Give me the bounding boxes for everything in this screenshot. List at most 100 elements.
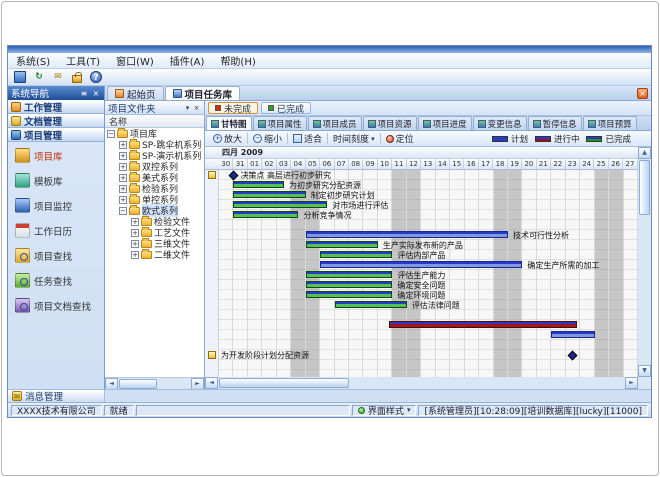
day-label: 11	[392, 159, 406, 169]
gantt-bar[interactable]	[233, 201, 327, 208]
toolbar-button[interactable]: ✉	[50, 70, 66, 85]
tree-expander[interactable]: +	[131, 240, 139, 248]
fit-button[interactable]: 适合	[289, 132, 326, 145]
close-icon[interactable]: ×	[91, 89, 101, 98]
gantt-vscrollbar[interactable]: ▲ ▼	[638, 147, 651, 377]
zoom-out-button[interactable]: −缩小	[249, 132, 286, 145]
view-tab-0[interactable]: 甘特图	[206, 116, 252, 130]
toolbar-button[interactable]: ↻	[31, 70, 47, 85]
doc-tab-0[interactable]: 起始页	[107, 86, 164, 100]
gantt-bar[interactable]	[306, 291, 393, 298]
menu-item-0[interactable]: 系统(S)	[8, 53, 58, 68]
tree-expander[interactable]: +	[119, 185, 127, 193]
tree-hscrollbar[interactable]: ◄ ►	[105, 377, 204, 389]
gantt-bar[interactable]	[233, 211, 298, 218]
scrollbar-thumb[interactable]	[639, 160, 650, 215]
gantt-bar[interactable]	[306, 241, 378, 248]
nav-item-1[interactable]: 模板库	[15, 173, 63, 188]
tree-expander[interactable]: +	[119, 163, 127, 171]
grid-column	[537, 170, 551, 377]
tree-expander[interactable]: +	[131, 251, 139, 259]
view-tab-1[interactable]: 项目属性	[253, 116, 307, 130]
menu-item-1[interactable]: 工具(T)	[58, 53, 108, 68]
ui-style-selector[interactable]: 界面样式 ▾	[352, 405, 417, 416]
scrollbar-thumb[interactable]	[119, 379, 157, 389]
menu-item-2[interactable]: 窗口(W)	[108, 53, 162, 68]
filter-tab-1[interactable]: 已完成	[261, 102, 311, 114]
message-management-tab[interactable]: ✉ 消息管理	[8, 390, 105, 402]
view-tab-4[interactable]: 项目进度	[418, 116, 472, 130]
scroll-down-icon[interactable]: ▼	[638, 365, 651, 377]
gantt-bar[interactable]	[320, 251, 392, 258]
close-icon[interactable]: ×	[192, 104, 201, 112]
gantt-bar[interactable]	[320, 261, 522, 268]
nav-group-1[interactable]: 文档管理	[8, 114, 104, 128]
gantt-bar[interactable]	[389, 321, 577, 328]
nav-item-6[interactable]: 项目文档查找	[15, 298, 91, 313]
view-tab-6[interactable]: 暂停信息	[528, 116, 582, 130]
gantt-bar[interactable]	[233, 181, 284, 188]
gantt-grid-wrap: 决策点 高层进行初步研究为初步研究分配资源制定初步研究计划对市场进行评估分析竞争…	[205, 170, 638, 377]
pin-icon[interactable]: ▾	[183, 104, 192, 112]
toolbar-button[interactable]	[69, 70, 85, 85]
view-tab-2[interactable]: 项目成员	[308, 116, 362, 130]
scroll-up-icon[interactable]: ▲	[638, 147, 651, 159]
tree-expander[interactable]: +	[119, 152, 127, 160]
nav-group-0[interactable]: 工作管理	[8, 100, 104, 114]
project-search-icon	[15, 248, 30, 263]
day-label: 09	[363, 159, 377, 169]
project-management-icon	[11, 130, 21, 140]
gantt-bar[interactable]	[551, 331, 594, 338]
grid-column	[494, 170, 508, 377]
nav-group-2[interactable]: 项目管理	[8, 128, 104, 142]
monitor-icon	[14, 71, 26, 83]
view-tab-7[interactable]: 项目预算	[583, 116, 637, 130]
folder-icon	[141, 240, 152, 248]
doc-tab-1[interactable]: 项目任务库	[165, 86, 241, 100]
view-tab-5[interactable]: 变更信息	[473, 116, 527, 130]
tree-expander[interactable]: −	[119, 207, 127, 215]
tree-expander[interactable]: +	[131, 229, 139, 237]
tree-expander[interactable]: +	[131, 218, 139, 226]
tree-expander[interactable]: −	[107, 130, 115, 138]
time-scale-dropdown[interactable]: 时间刻度▾	[329, 132, 379, 145]
tab-close-button[interactable]: ×	[637, 88, 648, 99]
scrollbar-thumb[interactable]	[219, 378, 349, 388]
gantt-bar[interactable]	[306, 231, 508, 238]
nav-item-4[interactable]: 项目查找	[15, 248, 72, 263]
gantt-hscrollbar[interactable]: ◄ ►	[205, 377, 638, 389]
nav-item-0[interactable]: 项目库	[15, 148, 63, 163]
menu-item-4[interactable]: 帮助(H)	[212, 53, 263, 68]
zoom-in-button[interactable]: +放大	[209, 132, 246, 145]
day-label: 17	[479, 159, 493, 169]
locate-button[interactable]: 定位	[382, 132, 418, 145]
toolbar-separator	[247, 133, 248, 144]
nav-item-label: 项目库	[34, 149, 63, 163]
tree-expander[interactable]: +	[119, 196, 127, 204]
day-label: 22	[551, 159, 565, 169]
tree-expander[interactable]: +	[119, 141, 127, 149]
nav-item-3[interactable]: 工作日历	[15, 223, 72, 238]
zoom-out-label: 缩小	[264, 132, 282, 145]
gantt-bar[interactable]	[306, 281, 393, 288]
nav-item-2[interactable]: 项目监控	[15, 198, 72, 213]
gantt-bar[interactable]	[233, 191, 305, 198]
scroll-left-icon[interactable]: ◄	[205, 377, 218, 389]
legend-label: 已完成	[605, 133, 631, 145]
gantt-toolbar: +放大 −缩小 适合 时间刻度▾ 定位 计划进行中已完成	[205, 131, 651, 147]
gantt-bar[interactable]	[306, 271, 393, 278]
tree-node-11[interactable]: +二维文件	[105, 249, 204, 260]
task-note-icon	[208, 351, 216, 359]
tree-column-header[interactable]: 名称	[105, 115, 204, 128]
filter-tab-0[interactable]: 未完成	[208, 102, 258, 114]
toolbar-button[interactable]: ?	[88, 70, 104, 85]
view-tab-3[interactable]: 项目资源	[363, 116, 417, 130]
menu-item-3[interactable]: 插件(A)	[162, 53, 213, 68]
toolbar-button[interactable]	[12, 70, 28, 85]
legend-label: 计划	[511, 133, 528, 145]
nav-item-5[interactable]: 任务查找	[15, 273, 72, 288]
gantt-bar[interactable]	[335, 301, 407, 308]
scroll-right-icon[interactable]: ►	[625, 377, 638, 389]
tree-expander[interactable]: +	[119, 174, 127, 182]
menu-icon[interactable]: ≡	[79, 89, 89, 98]
